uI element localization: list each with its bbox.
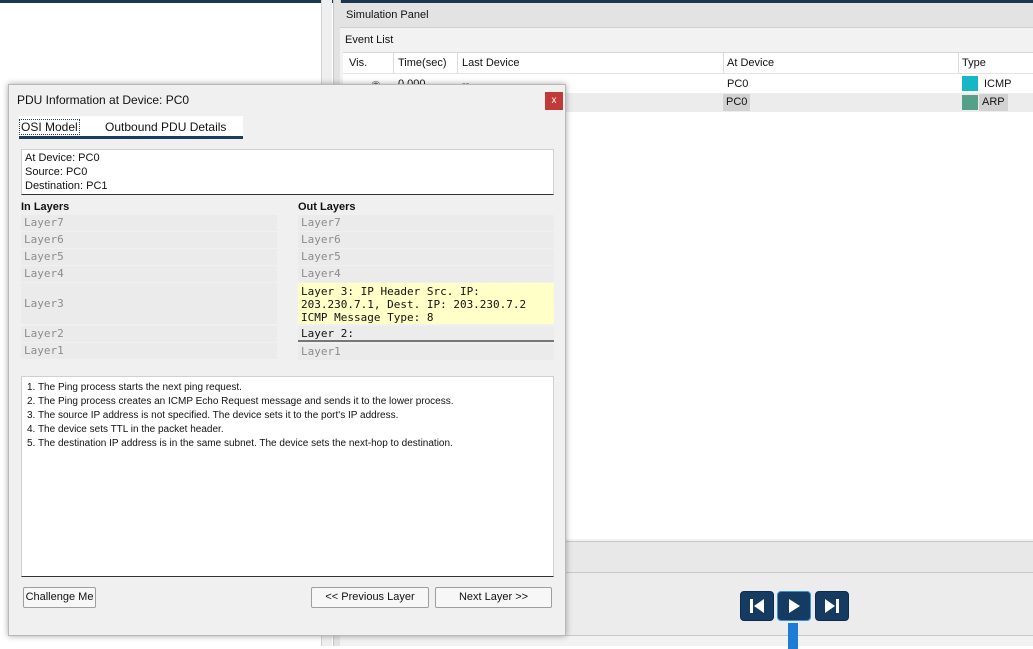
out-layer-2[interactable]: Layer 2: xyxy=(298,326,554,342)
description-line: 1. The Ping process starts the next ping… xyxy=(27,382,242,393)
event-list-header: Vis. Time(sec) Last Device At Device Typ… xyxy=(343,53,1033,74)
simulation-panel-header: Simulation Panel xyxy=(340,3,1033,28)
dialog-title: PDU Information at Device: PC0 xyxy=(17,93,190,107)
simulation-panel-title: Simulation Panel xyxy=(346,9,429,21)
out-layer-5[interactable]: Layer5 xyxy=(298,249,554,265)
at-device-label: At Device: PC0 xyxy=(25,152,100,164)
column-divider xyxy=(958,53,959,73)
description-line: 4. The device sets TTL in the packet hea… xyxy=(27,424,224,435)
in-layer-3[interactable]: Layer3 xyxy=(21,283,277,324)
out-layer-7[interactable]: Layer7 xyxy=(298,215,554,231)
device-info-box: At Device: PC0 Source: PC0 Destination: … xyxy=(21,149,554,195)
column-type[interactable]: Type xyxy=(962,57,986,69)
next-layer-button[interactable]: Next Layer >> xyxy=(435,587,552,608)
description-line: 3. The source IP address is not specifie… xyxy=(27,410,399,421)
dialog-tabs: OSI Model Outbound PDU Details xyxy=(19,116,243,139)
column-last-device[interactable]: Last Device xyxy=(462,57,519,69)
event-at-device: PC0 xyxy=(723,94,751,111)
description-line: 5. The destination IP address is in the … xyxy=(27,438,453,449)
event-type: ARP xyxy=(979,94,1008,111)
layer-description-box: 1. The Ping process starts the next ping… xyxy=(21,376,554,577)
out-layers-heading: Out Layers xyxy=(298,201,356,213)
in-layer-5[interactable]: Layer5 xyxy=(21,249,277,265)
out-layer-1[interactable]: Layer1 xyxy=(298,344,554,360)
in-layers-heading: In Layers xyxy=(21,201,70,213)
column-vis[interactable]: Vis. xyxy=(349,57,367,69)
source-label: Source: PC0 xyxy=(25,166,88,178)
skip-forward-icon[interactable] xyxy=(815,591,849,621)
icmp-color-swatch xyxy=(962,76,978,91)
in-layer-4[interactable]: Layer4 xyxy=(21,266,277,282)
tab-outbound-pdu-details[interactable]: Outbound PDU Details xyxy=(105,120,226,134)
column-time[interactable]: Time(sec) xyxy=(398,57,446,69)
tab-osi-model[interactable]: OSI Model xyxy=(19,119,80,135)
event-at-device: PC0 xyxy=(727,78,749,90)
in-layer-6[interactable]: Layer6 xyxy=(21,232,277,248)
arp-color-swatch xyxy=(962,95,978,110)
out-layer-3[interactable]: Layer 3: IP Header Src. IP: 203.230.7.1,… xyxy=(298,283,554,324)
column-divider xyxy=(393,53,394,73)
in-layer-2[interactable]: Layer2 xyxy=(21,326,277,342)
in-layer-7[interactable]: Layer7 xyxy=(21,215,277,231)
close-icon[interactable]: x xyxy=(545,92,563,110)
pdu-info-dialog: PDU Information at Device: PC0 x OSI Mod… xyxy=(8,84,566,636)
event-list-label: Event List xyxy=(345,34,394,46)
column-at-device[interactable]: At Device xyxy=(727,57,774,69)
play-icon[interactable] xyxy=(777,591,811,621)
column-divider xyxy=(457,53,458,73)
description-line: 2. The Ping process creates an ICMP Echo… xyxy=(27,396,454,407)
column-divider xyxy=(723,53,724,73)
previous-layer-button[interactable]: << Previous Layer xyxy=(311,587,429,608)
destination-label: Destination: PC1 xyxy=(25,180,108,192)
event-type: ICMP xyxy=(984,78,1012,90)
timeline-scrubber[interactable] xyxy=(788,623,798,649)
challenge-me-button[interactable]: Challenge Me xyxy=(23,587,96,608)
out-layer-4[interactable]: Layer4 xyxy=(298,266,554,282)
skip-back-icon[interactable] xyxy=(740,591,774,621)
in-layer-1[interactable]: Layer1 xyxy=(21,343,277,359)
out-layer-6[interactable]: Layer6 xyxy=(298,232,554,248)
